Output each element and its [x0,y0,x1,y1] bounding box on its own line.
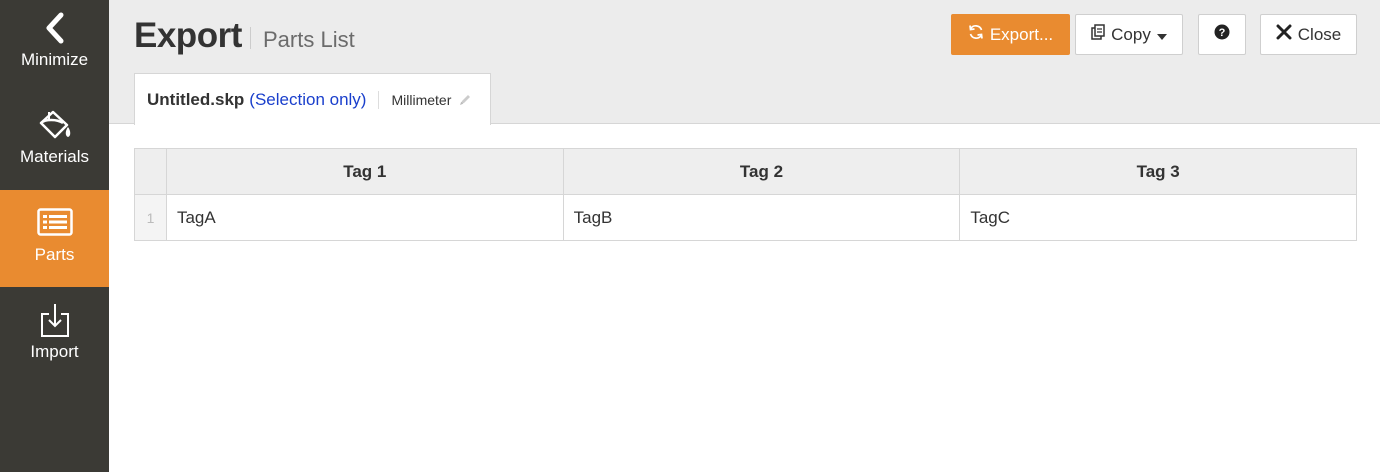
tab-unit: Millimeter [391,91,452,108]
export-button[interactable]: Export... [951,14,1070,55]
column-header[interactable]: Tag 3 [959,148,1357,195]
sidebar-item-parts[interactable]: Parts [0,190,109,287]
close-button-label: Close [1297,24,1342,44]
copy-button[interactable]: Copy [1075,14,1183,55]
sidebar-item-materials[interactable]: Materials [0,97,109,194]
tab-file-name: Untitled.skp [147,89,245,109]
sidebar-item-label: Import [30,342,79,361]
sidebar-item-label: Materials [20,147,89,166]
pencil-icon[interactable] [459,93,472,106]
copy-button-label: Copy [1111,24,1151,44]
title-divider [250,27,251,49]
sidebar: Minimize Materials Parts Import [0,0,109,472]
close-icon [1276,24,1292,45]
paint-bucket-icon [0,109,109,143]
tab-divider [378,90,380,109]
table-row[interactable]: 1 TagA TagB TagC [134,194,1357,241]
list-icon [0,208,109,236]
svg-text:?: ? [1219,27,1226,39]
table-header-row: Tag 1 Tag 2 Tag 3 [134,148,1357,195]
table-corner-cell [134,148,167,195]
page-title: Export [134,16,242,55]
page-subtitle: Parts List [263,27,355,52]
refresh-icon [968,24,984,45]
app-window: Minimize Materials Parts Import Export P… [0,0,1380,472]
caret-down-icon [1156,25,1167,45]
close-button[interactable]: Close [1260,14,1357,55]
tab-file[interactable]: Untitled.skp (Selection only) Millimeter [134,73,491,125]
header: Export Parts List Export... Copy ? Close… [109,0,1380,125]
import-icon [0,302,109,338]
tab-selection-note: (Selection only) [249,89,367,109]
table-cell[interactable]: TagC [959,194,1357,241]
parts-table: Tag 1 Tag 2 Tag 3 1 TagA TagB TagC [134,148,1357,241]
chevron-left-icon [0,12,109,44]
sidebar-item-label: Minimize [20,50,89,69]
table-cell[interactable]: TagA [165,194,564,241]
question-circle-icon: ? [1214,24,1230,45]
export-button-label: Export... [989,24,1054,44]
help-button[interactable]: ? [1198,14,1246,55]
row-number: 1 [134,194,167,241]
column-header[interactable]: Tag 1 [165,148,564,195]
sidebar-item-label: Parts [34,245,75,264]
sidebar-item-import[interactable]: Import [0,287,109,384]
table-cell[interactable]: TagB [562,194,961,241]
column-header[interactable]: Tag 2 [562,148,961,195]
sidebar-item-minimize[interactable]: Minimize [0,0,109,97]
copy-icon [1091,24,1105,45]
